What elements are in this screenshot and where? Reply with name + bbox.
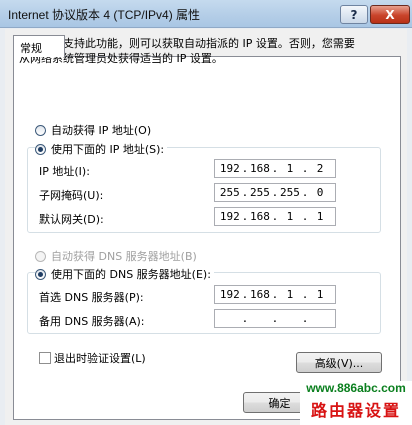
gw-octet-4: 1: [316, 210, 324, 223]
description-text: 如果网络支持此功能，则可以获取自动指派的 IP 设置。否则，您需要从网络系统管理…: [19, 37, 355, 65]
ip-octet-1: 192: [219, 162, 240, 175]
mask-octet-4: 0: [316, 186, 324, 199]
subnet-mask-input[interactable]: 255. 255. 255. 0: [214, 183, 336, 202]
alternate-dns-label: 备用 DNS 服务器(A):: [39, 315, 145, 328]
subnet-mask-label: 子网掩码(U):: [39, 189, 104, 202]
radio-manual-dns-indicator: [35, 268, 46, 280]
manual-ip-label: 使用下面的 IP 地址(S):: [51, 143, 165, 156]
gw-octet-3: 1: [286, 210, 294, 223]
ip-octet-3: 1: [286, 162, 294, 175]
preferred-dns-input[interactable]: 192. 168. 1. 1: [214, 285, 336, 304]
dot: .: [301, 186, 309, 199]
dot: .: [271, 210, 279, 223]
ip-address-input[interactable]: 192. 168. 1. 2: [214, 159, 336, 178]
dot: .: [301, 312, 309, 325]
validate-on-exit-checkbox[interactable]: 退出时验证设置(L): [39, 350, 146, 366]
dot: .: [301, 162, 309, 175]
radio-auto-ip-indicator: [35, 124, 46, 136]
dot: .: [271, 162, 279, 175]
pdns-octet-4: 1: [316, 288, 324, 301]
dot: .: [241, 288, 249, 301]
close-button[interactable]: X: [370, 5, 410, 24]
validate-on-exit-label: 退出时验证设置(L): [54, 352, 146, 365]
title-bar: Internet 协议版本 4 (TCP/IPv4) 属性 ? X: [0, 0, 412, 28]
gw-octet-1: 192: [219, 210, 240, 223]
pdns-octet-2: 168: [249, 288, 270, 301]
auto-dns-label: 自动获得 DNS 服务器地址(B): [51, 250, 197, 263]
watermark-url: www.886abc.com: [300, 381, 412, 398]
auto-dns-radio[interactable]: 自动获得 DNS 服务器地址(B): [35, 248, 197, 264]
dot: .: [241, 210, 249, 223]
advanced-button[interactable]: 高级(V)...: [296, 352, 382, 373]
window-title: Internet 协议版本 4 (TCP/IPv4) 属性: [8, 8, 201, 22]
dot: .: [241, 312, 249, 325]
auto-ip-radio[interactable]: 自动获得 IP 地址(O): [35, 122, 151, 138]
dot: .: [301, 288, 309, 301]
default-gateway-label: 默认网关(D):: [39, 213, 104, 226]
manual-dns-label: 使用下面的 DNS 服务器地址(E):: [51, 268, 211, 281]
pdns-octet-3: 1: [286, 288, 294, 301]
radio-manual-ip-indicator: [35, 143, 46, 155]
dot: .: [241, 186, 249, 199]
help-button[interactable]: ?: [340, 5, 368, 24]
mask-octet-3: 255: [280, 186, 300, 199]
dot: .: [271, 288, 279, 301]
mask-octet-1: 255: [219, 186, 240, 199]
preferred-dns-label: 首选 DNS 服务器(P):: [39, 291, 144, 304]
manual-ip-radio[interactable]: 使用下面的 IP 地址(S):: [35, 141, 168, 157]
dot: .: [271, 186, 279, 199]
dot: .: [271, 312, 279, 325]
ip-address-label: IP 地址(I):: [39, 165, 90, 178]
checkbox-indicator: [39, 352, 51, 364]
manual-dns-radio[interactable]: 使用下面的 DNS 服务器地址(E):: [35, 266, 214, 282]
dot: .: [301, 210, 309, 223]
ip-octet-2: 168: [249, 162, 270, 175]
watermark-text: 路由器设置: [300, 398, 412, 425]
mask-octet-2: 255: [249, 186, 270, 199]
auto-ip-label: 自动获得 IP 地址(O): [51, 124, 152, 137]
gw-octet-2: 168: [249, 210, 270, 223]
radio-auto-dns-indicator: [35, 250, 46, 262]
pdns-octet-1: 192: [219, 288, 240, 301]
dot: .: [241, 162, 249, 175]
alternate-dns-input[interactable]: . . .: [214, 309, 336, 328]
tab-general[interactable]: 常规: [13, 35, 65, 57]
default-gateway-input[interactable]: 192. 168. 1. 1: [214, 207, 336, 226]
ip-octet-4: 2: [316, 162, 324, 175]
